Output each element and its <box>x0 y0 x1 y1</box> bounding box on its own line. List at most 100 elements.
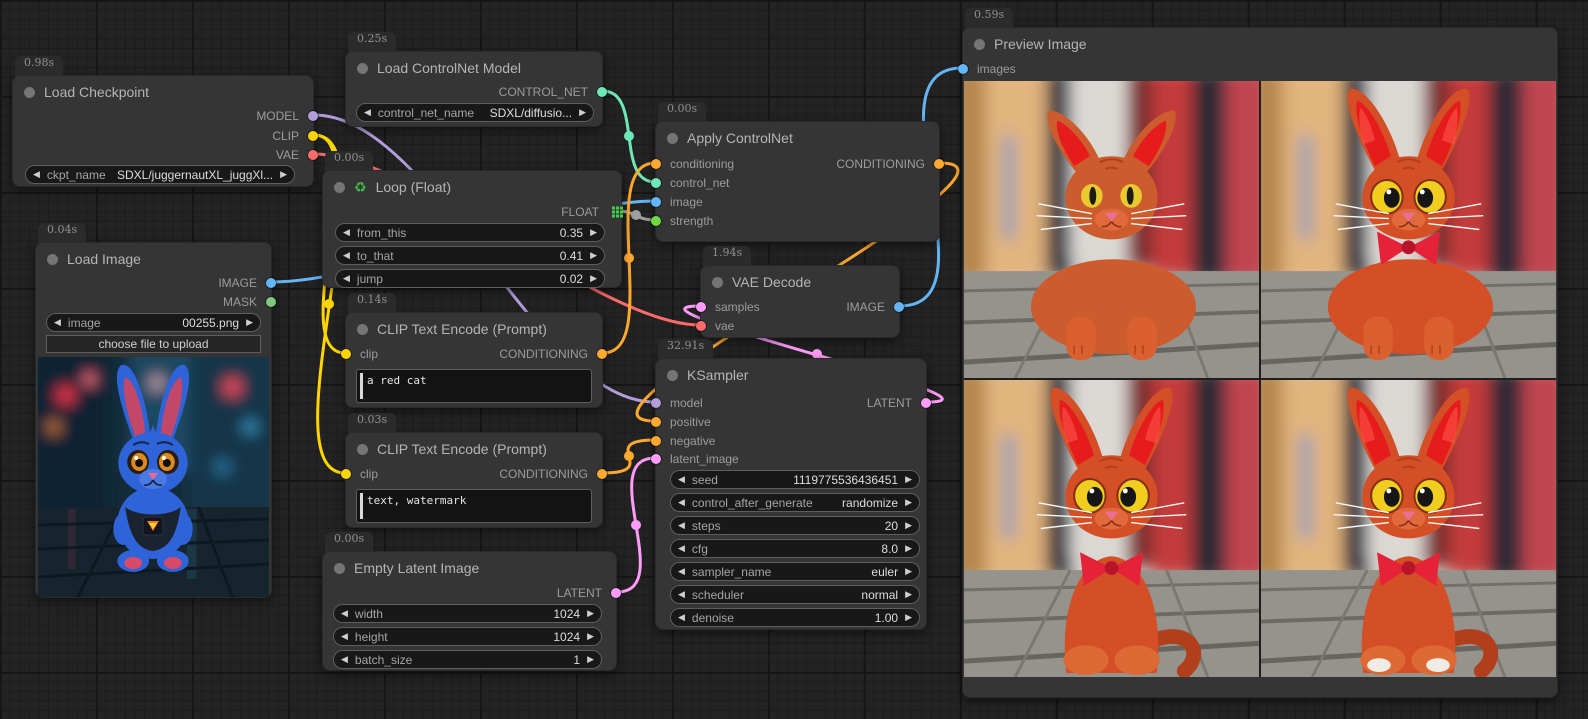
port-dot[interactable] <box>341 349 351 359</box>
sampler-name-widget[interactable]: ◀ sampler_name euler ▶ <box>670 562 920 581</box>
node-empty-latent-image[interactable]: 0.00s Empty Latent Image LATENT ◀ width … <box>322 551 617 671</box>
decrement-arrow-icon[interactable]: ◀ <box>54 318 61 327</box>
node-clip-text-encode-positive[interactable]: 0.14s CLIP Text Encode (Prompt) clip CON… <box>345 312 603 408</box>
node-ksampler[interactable]: 32.91s KSampler model positive negative … <box>655 358 927 630</box>
samples-input-port[interactable]: samples <box>701 299 760 315</box>
image-file-widget[interactable]: ◀ image 00255.png ▶ <box>46 313 261 332</box>
model-input-port[interactable]: model <box>656 395 703 411</box>
conditioning-output-port[interactable]: CONDITIONING <box>836 156 939 172</box>
port-dot[interactable] <box>651 159 661 169</box>
node-apply-controlnet[interactable]: 0.00s Apply ControlNet conditioning cont… <box>655 121 940 242</box>
control-net-name-widget[interactable]: ◀ control_net_name SDXL/diffusio... ▶ <box>356 103 594 122</box>
decrement-arrow-icon[interactable]: ◀ <box>33 170 40 179</box>
port-dot[interactable] <box>651 398 661 408</box>
prompt-text-area[interactable]: text, watermark <box>356 489 592 523</box>
decrement-arrow-icon[interactable]: ◀ <box>341 632 348 641</box>
cfg-widget[interactable]: ◀ cfg 8.0 ▶ <box>670 539 920 558</box>
image-output-port[interactable]: IMAGE <box>218 275 271 291</box>
collapse-dot[interactable] <box>334 563 345 574</box>
port-dot[interactable] <box>651 454 661 464</box>
latent-output-port[interactable]: LATENT <box>867 395 926 411</box>
seed-widget[interactable]: ◀ seed 1119775536436451 ▶ <box>670 470 920 489</box>
negative-input-port[interactable]: negative <box>656 433 715 449</box>
decrement-arrow-icon[interactable]: ◀ <box>343 228 350 237</box>
collapse-dot[interactable] <box>357 324 368 335</box>
image-output-port[interactable]: IMAGE <box>846 299 899 315</box>
port-dot[interactable] <box>308 111 318 121</box>
conditioning-output-port[interactable]: CONDITIONING <box>499 346 602 362</box>
increment-arrow-icon[interactable]: ▶ <box>587 609 594 618</box>
increment-arrow-icon[interactable]: ▶ <box>280 170 287 179</box>
jump-widget[interactable]: ◀ jump 0.02 ▶ <box>335 269 605 288</box>
decrement-arrow-icon[interactable]: ◀ <box>364 108 371 117</box>
port-dot[interactable] <box>651 436 661 446</box>
increment-arrow-icon[interactable]: ▶ <box>905 567 912 576</box>
port-dot[interactable] <box>894 302 904 312</box>
collapse-dot[interactable] <box>667 370 678 381</box>
conditioning-input-port[interactable]: conditioning <box>656 156 734 172</box>
control-net-input-port[interactable]: control_net <box>656 175 729 191</box>
control-after-generate-widget[interactable]: ◀ control_after_generate randomize ▶ <box>670 493 920 512</box>
port-dot[interactable] <box>651 178 661 188</box>
collapse-dot[interactable] <box>712 277 723 288</box>
node-load-controlnet-model[interactable]: 0.25s Load ControlNet Model CONTROL_NET … <box>345 51 603 127</box>
conditioning-output-port[interactable]: CONDITIONING <box>499 466 602 482</box>
increment-arrow-icon[interactable]: ▶ <box>905 475 912 484</box>
port-dot[interactable] <box>308 131 318 141</box>
port-dot[interactable] <box>651 197 661 207</box>
increment-arrow-icon[interactable]: ▶ <box>246 318 253 327</box>
port-dot[interactable] <box>934 159 944 169</box>
collapse-dot[interactable] <box>667 133 678 144</box>
decrement-arrow-icon[interactable]: ◀ <box>678 567 685 576</box>
prompt-text-area[interactable]: a red cat <box>356 369 592 403</box>
collapse-dot[interactable] <box>357 63 368 74</box>
denoise-widget[interactable]: ◀ denoise 1.00 ▶ <box>670 608 920 627</box>
control-net-output-port[interactable]: CONTROL_NET <box>499 84 602 100</box>
collapse-dot[interactable] <box>974 39 985 50</box>
port-dot[interactable] <box>651 216 661 226</box>
height-widget[interactable]: ◀ height 1024 ▶ <box>333 627 602 646</box>
port-dot[interactable] <box>696 302 706 312</box>
port-dot[interactable] <box>651 417 661 427</box>
increment-arrow-icon[interactable]: ▶ <box>590 274 597 283</box>
from-this-widget[interactable]: ◀ from_this 0.35 ▶ <box>335 223 605 242</box>
increment-arrow-icon[interactable]: ▶ <box>905 544 912 553</box>
collapse-dot[interactable] <box>334 182 345 193</box>
model-output-port[interactable]: MODEL <box>256 108 313 124</box>
steps-widget[interactable]: ◀ steps 20 ▶ <box>670 516 920 535</box>
clip-input-port[interactable]: clip <box>346 466 378 482</box>
collapse-dot[interactable] <box>357 444 368 455</box>
port-dot[interactable] <box>266 297 276 307</box>
node-load-checkpoint[interactable]: 0.98s Load Checkpoint MODEL CLIP VAE ◀ c… <box>12 75 314 187</box>
float-output-port[interactable]: FLOAT <box>561 204 621 220</box>
images-input-port[interactable]: images <box>963 61 1016 77</box>
port-dot[interactable] <box>597 87 607 97</box>
node-loop-float[interactable]: 0.00s ♻Loop (Float) FLOAT ◀ from_this 0.… <box>322 170 622 288</box>
collapse-dot[interactable] <box>24 87 35 98</box>
choose-file-button[interactable]: choose file to upload <box>46 335 261 353</box>
latent-image-input-port[interactable]: latent_image <box>656 451 739 467</box>
port-dot[interactable] <box>341 469 351 479</box>
increment-arrow-icon[interactable]: ▶ <box>587 655 594 664</box>
image-input-port[interactable]: image <box>656 194 703 210</box>
decrement-arrow-icon[interactable]: ◀ <box>678 544 685 553</box>
ckpt-name-widget[interactable]: ◀ ckpt_name SDXL/juggernautXL_juggXl... … <box>25 165 295 184</box>
increment-arrow-icon[interactable]: ▶ <box>579 108 586 117</box>
decrement-arrow-icon[interactable]: ◀ <box>341 609 348 618</box>
decrement-arrow-icon[interactable]: ◀ <box>341 655 348 664</box>
decrement-arrow-icon[interactable]: ◀ <box>678 521 685 530</box>
port-dot[interactable] <box>696 321 706 331</box>
node-clip-text-encode-negative[interactable]: 0.03s CLIP Text Encode (Prompt) clip CON… <box>345 432 603 528</box>
increment-arrow-icon[interactable]: ▶ <box>905 521 912 530</box>
port-dot[interactable] <box>597 469 607 479</box>
decrement-arrow-icon[interactable]: ◀ <box>678 475 685 484</box>
decrement-arrow-icon[interactable]: ◀ <box>678 590 685 599</box>
clip-output-port[interactable]: CLIP <box>272 128 313 144</box>
latent-output-port[interactable]: LATENT <box>557 585 616 601</box>
port-dot[interactable] <box>597 349 607 359</box>
node-load-image[interactable]: 0.04s Load Image IMAGE MASK ◀ image 0025… <box>35 242 272 598</box>
increment-arrow-icon[interactable]: ▶ <box>905 498 912 507</box>
node-vae-decode[interactable]: 1.94s VAE Decode samples vae IMAGE <box>700 265 900 338</box>
decrement-arrow-icon[interactable]: ◀ <box>678 498 685 507</box>
vae-output-port[interactable]: VAE <box>276 147 313 163</box>
